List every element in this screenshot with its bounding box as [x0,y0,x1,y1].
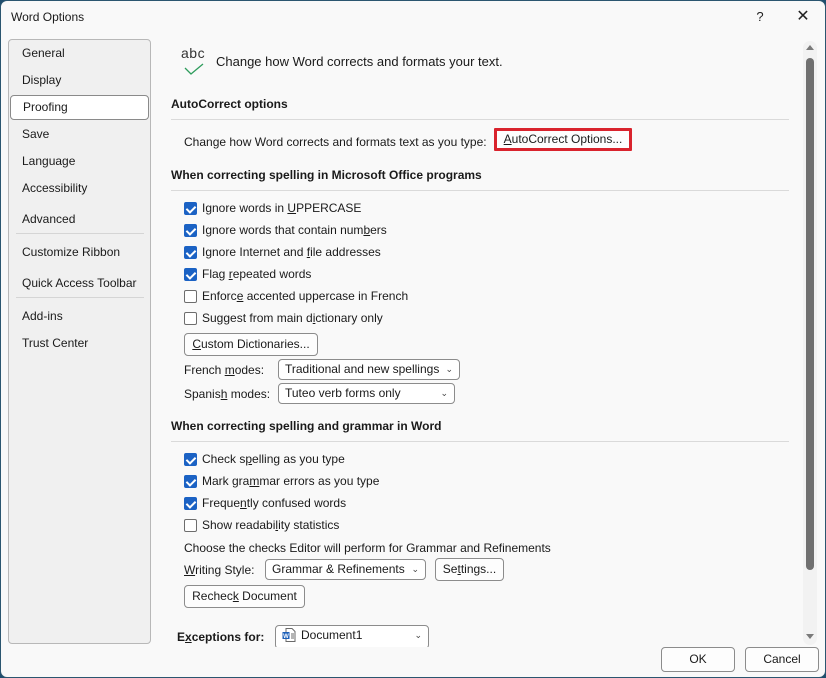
exceptions-label: Exceptions for: [177,630,265,644]
sidebar-divider [16,233,144,234]
checkmark-icon [184,63,204,75]
divider [171,190,789,191]
settings-button[interactable]: Settings... [435,558,504,581]
word-document-icon: W [282,628,296,642]
checkbox[interactable] [184,289,197,303]
sidebar-item-general[interactable]: General [9,41,150,66]
recheck-document-button[interactable]: Recheck Document [184,585,305,608]
editor-checks-text: Choose the checks Editor will perform fo… [184,541,551,555]
confused-words-checkbox[interactable]: Frequently confused words [184,494,346,512]
check-spelling-checkbox[interactable]: Check spelling as you type [184,450,345,468]
checkbox[interactable] [184,474,197,488]
checkbox[interactable] [184,496,197,510]
sidebar-item-advanced[interactable]: Advanced [9,207,150,232]
scrollbar-thumb[interactable] [806,58,814,570]
writing-style-label: Writing Style: [184,563,255,577]
autocorrect-description: Change how Word corrects and formats tex… [184,135,487,149]
checkbox[interactable] [184,452,197,466]
chevron-down-icon: ⌄ [445,364,453,374]
checkbox[interactable] [184,267,197,281]
window-title: Word Options [11,10,85,24]
sidebar-divider [16,297,144,298]
spanish-modes-dropdown[interactable]: Tuteo verb forms only ⌄ [278,383,455,404]
writing-style-dropdown[interactable]: Grammar & Refinements ⌄ [265,559,426,580]
french-modes-label: French modes: [184,363,265,377]
autocorrect-heading: AutoCorrect options [171,97,288,111]
mark-grammar-errors-checkbox[interactable]: Mark grammar errors as you type [184,472,379,490]
scroll-up-arrow-icon[interactable] [806,45,814,50]
sidebar-item-display[interactable]: Display [9,68,150,93]
spelling-check-icon: abc [181,45,211,79]
checkbox[interactable] [184,311,197,325]
enforce-french-uppercase-checkbox[interactable]: Enforce accented uppercase in French [184,287,408,305]
page-intro: Change how Word corrects and formats you… [216,54,503,69]
help-button[interactable]: ? [749,6,771,28]
title-bar: Word Options ? ✕ [1,1,825,33]
word-options-dialog: Word Options ? ✕ General Display Proofin… [0,0,826,678]
main-dictionary-only-checkbox[interactable]: Suggest from main dictionary only [184,309,383,327]
sidebar-item-trust-center[interactable]: Trust Center [9,331,150,356]
vertical-scrollbar[interactable] [803,41,817,645]
ignore-internet-addresses-checkbox[interactable]: Ignore Internet and file addresses [184,243,381,261]
sidebar-item-proofing[interactable]: Proofing [10,95,149,120]
sidebar: General Display Proofing Save Language A… [8,39,151,644]
scroll-down-arrow-icon[interactable] [806,634,814,639]
ok-button[interactable]: OK [661,647,735,672]
chevron-down-icon: ⌄ [414,630,422,640]
sidebar-item-language[interactable]: Language [9,149,150,174]
svg-text:W: W [283,634,289,640]
sidebar-item-accessibility[interactable]: Accessibility [9,176,150,201]
flag-repeated-words-checkbox[interactable]: Flag repeated words [184,265,311,283]
divider [171,119,789,120]
checkbox[interactable] [184,223,197,237]
divider [171,441,789,442]
french-modes-dropdown[interactable]: Traditional and new spellings ⌄ [278,359,460,380]
chevron-down-icon: ⌄ [411,564,419,574]
ignore-uppercase-checkbox[interactable]: Ignore words in UPPERCASE [184,199,361,217]
checkbox[interactable] [184,201,197,215]
spanish-modes-label: Spanish modes: [184,387,271,401]
exceptions-document-dropdown[interactable]: W Document1 ⌄ [275,625,429,647]
close-button[interactable]: ✕ [789,6,817,28]
proofing-panel: abc Change how Word corrects and formats… [161,35,801,647]
sidebar-item-save[interactable]: Save [9,122,150,147]
readability-statistics-checkbox[interactable]: Show readability statistics [184,516,339,534]
sidebar-item-quick-access-toolbar[interactable]: Quick Access Toolbar [9,271,150,296]
custom-dictionaries-button[interactable]: Custom Dictionaries... [184,333,318,356]
sidebar-item-add-ins[interactable]: Add-ins [9,304,150,329]
word-grammar-heading: When correcting spelling and grammar in … [171,419,442,433]
sidebar-item-customize-ribbon[interactable]: Customize Ribbon [9,240,150,265]
checkbox[interactable] [184,518,197,532]
chevron-down-icon: ⌄ [440,388,448,398]
ignore-numbers-checkbox[interactable]: Ignore words that contain numbers [184,221,387,239]
office-spelling-heading: When correcting spelling in Microsoft Of… [171,168,482,182]
checkbox[interactable] [184,245,197,259]
autocorrect-options-button[interactable]: AutoCorrect Options... [494,128,632,151]
cancel-button[interactable]: Cancel [745,647,819,672]
